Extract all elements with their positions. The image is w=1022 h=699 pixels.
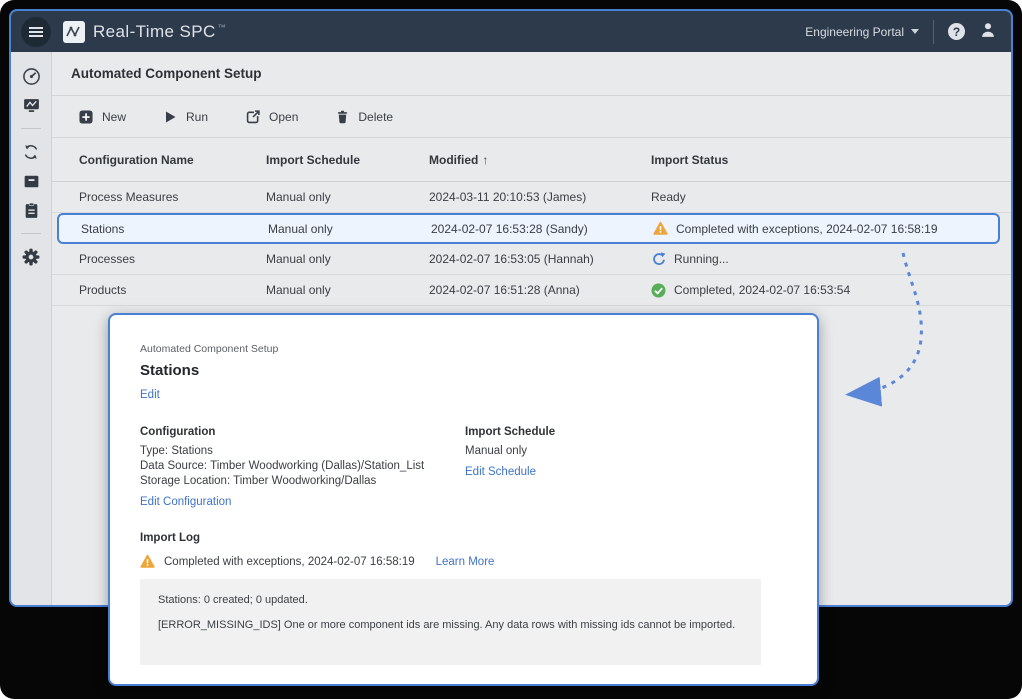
table-row-products[interactable]: Products Manual only 2024-02-07 16:51:28… <box>52 275 1011 306</box>
import-log-status-text: Completed with exceptions, 2024-02-07 16… <box>164 556 415 568</box>
log-line-summary: Stations: 0 created; 0 updated. <box>158 594 743 606</box>
hamburger-icon <box>29 27 43 37</box>
table-row-processes[interactable]: Processes Manual only 2024-02-07 16:53:0… <box>52 244 1011 275</box>
delete-button-label: Delete <box>358 110 393 124</box>
toolbar: New Run Open <box>52 96 1011 138</box>
panel-title: Stations <box>140 362 789 379</box>
page-title-bar: Automated Component Setup <box>52 52 1011 96</box>
cell-name: Stations <box>81 222 268 236</box>
table-header: Configuration Name Import Schedule Modif… <box>52 138 1011 182</box>
configuration-data-source: Data Source: Timber Woodworking (Dallas)… <box>140 459 465 474</box>
cell-schedule: Manual only <box>266 283 429 297</box>
import-log-heading: Import Log <box>140 532 789 544</box>
sync-icon[interactable] <box>20 141 42 163</box>
col-configuration-name[interactable]: Configuration Name <box>79 153 266 167</box>
help-icon[interactable] <box>948 23 965 40</box>
user-icon[interactable] <box>979 21 997 43</box>
archive-box-icon[interactable] <box>20 170 42 192</box>
cell-name: Process Measures <box>79 190 266 204</box>
table-row-process-measures[interactable]: Process Measures Manual only 2024-03-11 … <box>52 182 1011 213</box>
app-title: Real-Time SPC™ <box>93 22 226 42</box>
configuration-storage-location: Storage Location: Timber Woodworking/Dal… <box>140 474 465 489</box>
edit-configuration-link[interactable]: Edit Configuration <box>140 496 231 508</box>
run-button-label: Run <box>186 110 208 124</box>
col-import-status[interactable]: Import Status <box>651 153 1011 167</box>
app-header: Real-Time SPC™ Engineering Portal <box>11 11 1011 52</box>
table-row-stations[interactable]: Stations Manual only 2024-02-07 16:53:28… <box>57 213 1000 244</box>
running-refresh-icon <box>651 252 666 267</box>
panel-breadcrumb: Automated Component Setup <box>140 343 789 355</box>
chevron-down-icon <box>911 29 919 34</box>
import-schedule-section: Import Schedule Manual only Edit Schedul… <box>465 426 555 510</box>
monitor-chart-icon[interactable] <box>20 94 42 116</box>
hamburger-menu-button[interactable] <box>21 17 51 47</box>
settings-gear-icon[interactable] <box>20 246 42 268</box>
configuration-type: Type: Stations <box>140 444 465 459</box>
col-modified[interactable]: Modified↑ <box>429 153 651 167</box>
left-sidebar <box>11 52 52 605</box>
clipboard-icon[interactable] <box>20 199 42 221</box>
play-icon <box>164 110 177 124</box>
warning-icon <box>653 221 668 236</box>
configuration-heading: Configuration <box>140 426 465 438</box>
col-import-schedule[interactable]: Import Schedule <box>266 153 429 167</box>
open-button-label: Open <box>269 110 298 124</box>
new-button[interactable]: New <box>79 110 126 124</box>
dashboard-gauge-icon[interactable] <box>20 65 42 87</box>
cell-modified: 2024-02-07 16:53:28 (Sandy) <box>431 222 653 236</box>
cell-modified: 2024-02-07 16:53:05 (Hannah) <box>429 252 651 266</box>
cell-status: Completed with exceptions, 2024-02-07 16… <box>653 221 998 236</box>
app-logo-icon <box>63 21 85 43</box>
cell-schedule: Manual only <box>268 222 431 236</box>
screenshot-frame: Real-Time SPC™ Engineering Portal <box>0 0 1022 699</box>
new-button-label: New <box>102 110 126 124</box>
open-external-icon <box>246 110 260 124</box>
open-button[interactable]: Open <box>246 110 298 124</box>
import-schedule-value: Manual only <box>465 444 555 459</box>
sidebar-divider <box>21 233 41 234</box>
configuration-section: Configuration Type: Stations Data Source… <box>140 426 465 510</box>
warning-icon <box>140 554 155 569</box>
cell-modified: 2024-03-11 20:10:53 (James) <box>429 190 651 204</box>
learn-more-link[interactable]: Learn More <box>436 556 495 568</box>
plus-square-icon <box>79 110 93 124</box>
cell-schedule: Manual only <box>266 190 429 204</box>
delete-button[interactable]: Delete <box>336 110 393 124</box>
cell-status: Completed, 2024-02-07 16:53:54 <box>651 283 1011 298</box>
sidebar-divider <box>21 128 41 129</box>
import-log-output: Stations: 0 created; 0 updated. [ERROR_M… <box>140 579 761 665</box>
header-right: Engineering Portal <box>805 20 997 44</box>
cell-status: Ready <box>651 190 1011 204</box>
log-line-error: [ERROR_MISSING_IDS] One or more componen… <box>158 619 743 631</box>
portal-dropdown[interactable]: Engineering Portal <box>805 25 919 39</box>
trash-icon <box>336 110 349 124</box>
import-schedule-heading: Import Schedule <box>465 426 555 438</box>
success-check-icon <box>651 283 666 298</box>
edit-schedule-link[interactable]: Edit Schedule <box>465 466 536 478</box>
page-title: Automated Component Setup <box>71 66 262 81</box>
cell-status: Running... <box>651 252 1011 267</box>
cell-modified: 2024-02-07 16:51:28 (Anna) <box>429 283 651 297</box>
import-log-section: Import Log Completed with exceptions, 20… <box>140 532 789 665</box>
trademark-symbol: ™ <box>218 23 226 32</box>
portal-label: Engineering Portal <box>805 25 904 39</box>
cell-name: Processes <box>79 252 266 266</box>
header-divider <box>933 20 934 44</box>
sort-ascending-icon: ↑ <box>482 153 488 167</box>
cell-name: Products <box>79 283 266 297</box>
cell-schedule: Manual only <box>266 252 429 266</box>
edit-link[interactable]: Edit <box>140 389 160 401</box>
run-button[interactable]: Run <box>164 110 208 124</box>
detail-panel: Automated Component Setup Stations Edit … <box>108 313 819 686</box>
